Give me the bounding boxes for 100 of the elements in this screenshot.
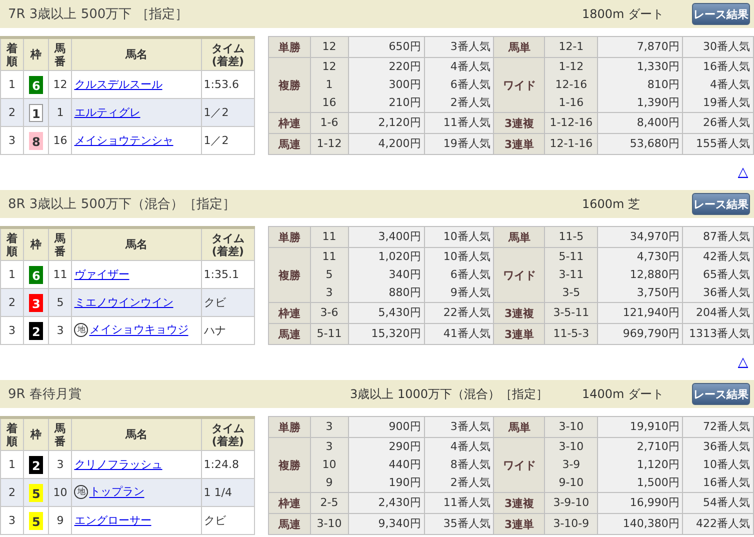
popularity-rank: 204番人気 xyxy=(695,305,750,321)
payout-amount: 16,990円 xyxy=(628,495,680,511)
back-to-top-link[interactable]: △ xyxy=(738,165,748,180)
column-header: 着順 xyxy=(0,418,24,450)
column-header: 着順 xyxy=(0,228,24,260)
race-title: 9R 春待月賞 xyxy=(8,386,82,403)
payout-amount: 190円 xyxy=(388,475,421,491)
frame-number-badge: 3 xyxy=(29,294,44,312)
combination-number: 3 xyxy=(324,419,334,435)
combination-number: 10 xyxy=(321,457,338,473)
payout-amount: 1,500円 xyxy=(636,475,680,491)
combination-number: 12 xyxy=(321,59,338,75)
bet-type-label: ワイド xyxy=(494,58,545,112)
payout-amount: 810円 xyxy=(646,77,680,93)
combination-number: 3-11 xyxy=(558,267,585,283)
combination-number: 12-1 xyxy=(558,39,585,55)
payout-amount: 220円 xyxy=(388,59,421,75)
horse-name-link[interactable]: ミエノウインウイン xyxy=(74,296,174,308)
combination-number: 3 xyxy=(324,439,334,455)
popularity-rank: 1313番人気 xyxy=(688,326,750,342)
table-cell: ハナ xyxy=(201,316,254,344)
column-header: タイム(着差) xyxy=(201,418,254,450)
combination-number: 5 xyxy=(324,267,334,283)
bet-type-label: 単勝 xyxy=(268,226,310,248)
bet-type-label: 3連単 xyxy=(494,324,545,344)
bet-type-label: 複勝 xyxy=(268,248,310,302)
popularity-rank: 65番人気 xyxy=(702,267,750,283)
horse-name-link[interactable]: エルティグレ xyxy=(74,106,140,118)
bet-type-label: 3連複 xyxy=(494,492,545,514)
popularity-rank: 54番人気 xyxy=(702,495,750,511)
race-title: 8R 3歳以上 500万下（混合）［指定］ xyxy=(8,196,236,213)
popularity-rank: 22番人気 xyxy=(442,305,490,321)
combination-number: 3-10 xyxy=(316,516,343,532)
column-header: 馬番 xyxy=(48,418,72,450)
popularity-rank: 16番人気 xyxy=(702,59,750,75)
bet-type-label: 馬連 xyxy=(268,324,310,344)
table-cell: 2 xyxy=(0,288,24,316)
horse-name-link[interactable]: ヴァイザー xyxy=(74,268,130,280)
column-header: 枠 xyxy=(24,418,49,450)
bet-type-label: 単勝 xyxy=(268,416,310,438)
popularity-rank: 3番人気 xyxy=(449,419,490,435)
combination-number: 1-16 xyxy=(558,95,585,111)
popularity-rank: 41番人気 xyxy=(442,326,490,342)
combination-number: 11 xyxy=(321,229,338,245)
payout-amount: 19,910円 xyxy=(628,419,680,435)
popularity-rank: 3番人気 xyxy=(449,39,490,55)
popularity-rank: 42番人気 xyxy=(702,249,750,265)
combination-number: 5-11 xyxy=(558,249,585,265)
back-to-top-link[interactable]: △ xyxy=(738,355,748,370)
table-cell: 3 xyxy=(0,316,24,344)
bet-type-label: 3連単 xyxy=(494,514,545,534)
bet-type-label: 複勝 xyxy=(268,438,310,492)
course-info: 1600m 芝 xyxy=(582,196,642,212)
horse-name-link[interactable]: クリノフラッシュ xyxy=(74,458,162,470)
frame-number-badge: 2 xyxy=(29,456,44,474)
frame-number-badge: 1 xyxy=(29,104,44,122)
table-cell: 3 xyxy=(0,126,24,154)
race-title: 7R 3歳以上 500万下 ［指定］ xyxy=(8,6,188,23)
horse-name-link[interactable]: クルスデルスール xyxy=(74,78,162,90)
combination-number: 1 xyxy=(324,77,334,93)
combination-number: 3-6 xyxy=(319,305,340,321)
race-result-button[interactable]: レース結果 xyxy=(692,3,750,25)
combination-number: 1-12 xyxy=(316,136,343,152)
payout-amount: 300円 xyxy=(388,77,421,93)
table-cell: 1 xyxy=(48,98,72,126)
horse-name-link[interactable]: メイショウキョウジ xyxy=(89,324,188,336)
combination-number: 12-16 xyxy=(554,77,588,93)
table-cell: クビ xyxy=(201,506,254,534)
bet-type-label: ワイド xyxy=(494,248,545,302)
horse-name-link[interactable]: エングローサー xyxy=(74,514,152,526)
combination-number: 1-12 xyxy=(558,59,585,75)
combination-number: 1-12-16 xyxy=(548,115,594,131)
payout-amount: 121,940円 xyxy=(622,305,680,321)
frame-number-badge: 5 xyxy=(29,484,44,502)
table-cell: 3 xyxy=(48,316,72,344)
popularity-rank: 36番人気 xyxy=(702,285,750,301)
column-header: 枠 xyxy=(24,38,49,70)
horse-name-link[interactable]: メイショウテンシャ xyxy=(74,134,174,146)
popularity-rank: 35番人気 xyxy=(442,516,490,532)
frame-number-badge: 6 xyxy=(29,266,44,284)
table-cell: 5 xyxy=(48,288,72,316)
payout-amount: 7,870円 xyxy=(636,39,680,55)
column-header: 馬名 xyxy=(72,38,202,70)
combination-number: 3-9-10 xyxy=(552,495,590,511)
popularity-rank: 2番人気 xyxy=(449,95,490,111)
bet-type-label: 馬連 xyxy=(268,134,310,154)
payout-amount: 15,320円 xyxy=(370,326,421,342)
popularity-rank: 4番人気 xyxy=(449,439,490,455)
bet-type-label: 3連複 xyxy=(494,112,545,134)
popularity-rank: 36番人気 xyxy=(702,439,750,455)
payout-amount: 140,380円 xyxy=(622,516,680,532)
horse-name-link[interactable]: トップラン xyxy=(89,486,144,498)
combination-number: 3-10 xyxy=(558,439,585,455)
column-header: 馬番 xyxy=(48,228,72,260)
popularity-rank: 26番人気 xyxy=(702,115,750,131)
course-info: 1400m ダート xyxy=(582,386,666,402)
popularity-rank: 19番人気 xyxy=(702,95,750,111)
column-header: タイム(着差) xyxy=(201,38,254,70)
race-result-button[interactable]: レース結果 xyxy=(692,193,750,215)
race-result-button[interactable]: レース結果 xyxy=(692,383,750,405)
